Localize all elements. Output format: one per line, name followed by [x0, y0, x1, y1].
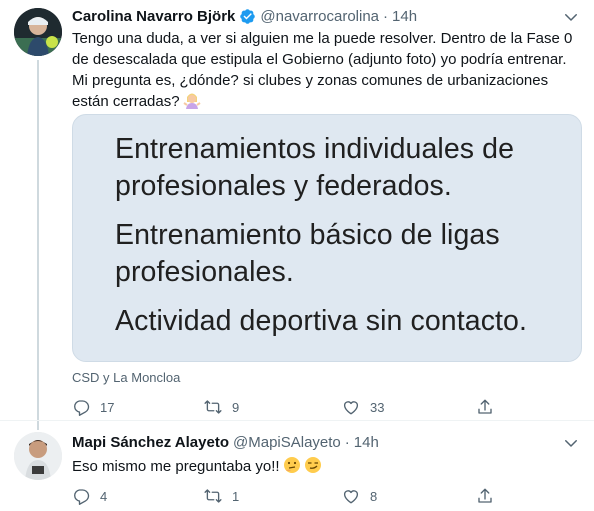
like-button[interactable]: 8 [342, 487, 377, 505]
separator-dot: · [383, 7, 389, 25]
like-count: 33 [370, 399, 385, 415]
like-button[interactable]: 33 [342, 398, 384, 416]
reply-icon [74, 489, 90, 505]
avatar-photo-icon [14, 8, 62, 56]
reply-count: 4 [100, 488, 108, 504]
tweet-text: Tengo una duda, a ver si alguien me la p… [72, 28, 584, 112]
media-text-line: profesionales. [115, 256, 294, 288]
verified-badge-icon [239, 8, 256, 25]
share-icon [478, 399, 492, 414]
action-bar: 17 9 33 [72, 398, 512, 418]
timestamp[interactable]: 14h [392, 8, 417, 25]
timestamp[interactable]: 14h [354, 434, 379, 451]
author-handle[interactable]: @MapiSAlayeto [233, 434, 341, 451]
chevron-down-icon[interactable] [562, 8, 580, 26]
media-caption[interactable]: CSD y La Moncloa [72, 370, 180, 385]
heart-icon [343, 490, 359, 504]
share-icon [478, 488, 492, 503]
reply-icon [74, 400, 90, 416]
media-text-line: profesionales y federados. [115, 170, 452, 202]
thread-line [37, 60, 39, 430]
chevron-down-icon[interactable] [562, 434, 580, 452]
heart-icon [343, 401, 359, 415]
tweet-text-line: de desescalada que estipula el Gobierno … [72, 51, 567, 68]
smirking-face-emoji-icon [304, 457, 321, 473]
like-count: 8 [370, 488, 378, 504]
share-button[interactable] [476, 398, 494, 416]
retweet-icon [204, 400, 222, 414]
retweet-count: 9 [232, 399, 240, 415]
tweet-mapi[interactable]: Mapi Sánchez Alayeto @MapiSAlayeto · 14h… [0, 420, 594, 511]
tweet-header: Carolina Navarro Björk @navarrocarolina … [72, 6, 417, 26]
media-text-line: Actividad deportiva sin contacto. [115, 305, 528, 337]
thinking-face-emoji-icon [283, 457, 300, 473]
author-name[interactable]: Mapi Sánchez Alayeto [72, 434, 229, 451]
tweet-text-fragment: Eso mismo me preguntaba yo!! [72, 458, 280, 475]
tweet-media-image[interactable]: Entrenamientos individuales de profesion… [72, 114, 582, 362]
retweet-icon [204, 489, 222, 503]
tweet-text-line: Mi pregunta es, ¿dónde? si clubes y zona… [72, 72, 549, 89]
reply-count: 17 [100, 399, 115, 415]
retweet-button[interactable]: 1 [204, 487, 239, 505]
avatar[interactable] [14, 432, 62, 480]
media-text-line: Entrenamientos individuales de [115, 133, 515, 165]
tweet-text-fragment: están cerradas? [72, 93, 180, 110]
avatar[interactable] [14, 8, 62, 56]
author-handle[interactable]: @navarrocarolina [260, 8, 379, 25]
action-bar: 4 1 8 [72, 487, 512, 507]
tweet-text: Eso mismo me preguntaba yo!! [72, 456, 584, 477]
tweet-carolina[interactable]: Carolina Navarro Björk @navarrocarolina … [0, 0, 594, 430]
tweet-text-line-last: están cerradas? [72, 91, 584, 112]
tweet-text-line: Eso mismo me preguntaba yo!! [72, 456, 584, 477]
woman-shrugging-emoji-icon [183, 93, 201, 109]
reply-button[interactable]: 4 [72, 487, 107, 505]
retweet-count: 1 [232, 488, 240, 504]
tweet-header: Mapi Sánchez Alayeto @MapiSAlayeto · 14h [72, 432, 379, 452]
reply-button[interactable]: 17 [72, 398, 114, 416]
share-button[interactable] [476, 487, 494, 505]
tweet-text-line: Tengo una duda, a ver si alguien me la p… [72, 30, 573, 47]
avatar-photo-icon [14, 432, 62, 480]
author-name[interactable]: Carolina Navarro Björk [72, 8, 235, 25]
media-text-line: Entrenamiento básico de ligas [115, 219, 500, 251]
separator-dot: · [344, 433, 350, 451]
retweet-button[interactable]: 9 [204, 398, 239, 416]
